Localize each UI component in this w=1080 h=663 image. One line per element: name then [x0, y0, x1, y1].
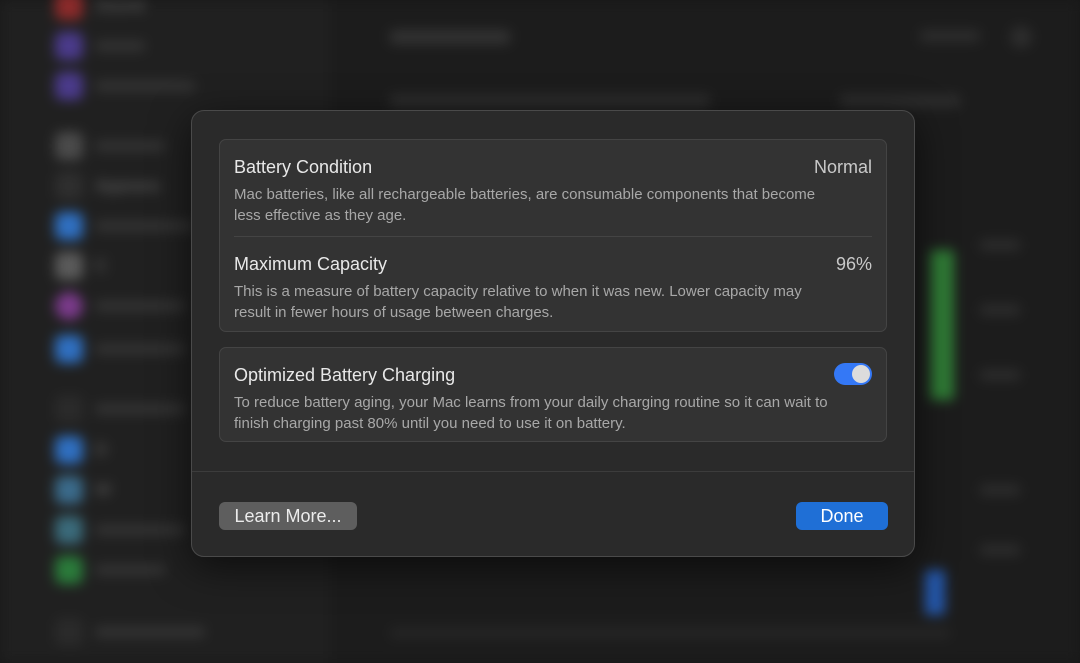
chart-tick-placeholder — [980, 485, 1020, 495]
sound-icon — [55, 0, 83, 20]
toggle-knob — [852, 365, 870, 383]
chart-tick-placeholder — [980, 545, 1020, 555]
sidebar-item-label — [95, 41, 145, 51]
sidebar-item-label: W — [95, 480, 112, 499]
battery-health-card: Battery Condition Normal Mac batteries, … — [219, 139, 887, 332]
sidebar-item[interactable] — [55, 32, 295, 60]
brightness-icon — [55, 436, 83, 464]
sidebar-item-label: D — [95, 440, 108, 459]
maximum-capacity-value: 96% — [835, 254, 872, 274]
wallpaper-icon — [55, 476, 83, 504]
sidebar-item-label — [95, 565, 165, 575]
battery-level-bar — [930, 250, 954, 400]
focus-icon — [55, 32, 83, 60]
sidebar-item[interactable] — [55, 618, 295, 646]
battery-health-dialog: Battery Condition Normal Mac batteries, … — [191, 110, 915, 557]
optimized-charging-card: Optimized Battery Charging To reduce bat… — [219, 347, 887, 442]
control-centre-icon — [55, 252, 83, 280]
optimized-charging-toggle[interactable] — [834, 363, 872, 385]
desktop-icon — [55, 395, 83, 423]
sidebar-item-label — [95, 404, 185, 414]
chart-axis-placeholder — [390, 628, 950, 638]
battery-icon — [55, 556, 83, 584]
appearance-icon — [55, 172, 83, 200]
optimized-charging-description: To reduce battery aging, your Mac learns… — [234, 394, 828, 432]
panel-control-placeholder — [920, 30, 980, 42]
sidebar-item-label — [95, 627, 205, 637]
sidebar-item-label — [95, 301, 185, 311]
sidebar-item-label — [95, 141, 165, 151]
sidebar-item[interactable] — [55, 72, 295, 100]
chart-tick-placeholder — [980, 240, 1020, 250]
optimized-charging-row: Optimized Battery Charging To reduce bat… — [234, 364, 872, 434]
done-button[interactable]: Done — [796, 502, 888, 530]
panel-text-placeholder — [390, 95, 710, 107]
panel-title-placeholder — [390, 30, 510, 44]
hand-icon — [55, 335, 83, 363]
sidebar-item-battery[interactable] — [55, 556, 295, 584]
maximum-capacity-description: This is a measure of battery capacity re… — [234, 283, 802, 321]
battery-condition-value: Normal — [813, 157, 872, 177]
help-icon — [1010, 26, 1032, 48]
chart-tick-placeholder — [980, 305, 1020, 315]
siri-icon — [55, 292, 83, 320]
sidebar-item-label: Sound — [95, 0, 145, 15]
accessibility-icon — [55, 212, 83, 240]
footer-divider — [192, 471, 914, 472]
optimized-charging-title: Optimized Battery Charging — [234, 365, 456, 385]
learn-more-button[interactable]: Learn More... — [219, 502, 357, 530]
lock-screen-icon — [55, 618, 83, 646]
general-icon — [55, 132, 83, 160]
battery-condition-row: Battery Condition Normal Mac batteries, … — [234, 156, 872, 236]
screen-saver-icon — [55, 516, 83, 544]
sidebar-item-label: Appeara — [95, 176, 160, 195]
chart-tick-placeholder — [980, 370, 1020, 380]
sidebar-item-label — [95, 344, 185, 354]
maximum-capacity-title: Maximum Capacity — [234, 254, 388, 274]
sidebar-item-sound[interactable]: Sound — [55, 0, 295, 20]
battery-condition-description: Mac batteries, like all rechargeable bat… — [234, 186, 816, 224]
sidebar-item-label: C — [95, 256, 108, 275]
sidebar-item-label — [95, 81, 195, 91]
battery-condition-title: Battery Condition — [234, 157, 373, 177]
screen-time-icon — [55, 72, 83, 100]
usage-bar — [925, 570, 945, 615]
panel-text-placeholder — [840, 95, 960, 107]
sidebar-item-label — [95, 221, 195, 231]
card-divider — [234, 236, 872, 237]
maximum-capacity-row: Maximum Capacity 96% This is a measure o… — [234, 253, 872, 323]
sidebar-item-label — [95, 525, 185, 535]
